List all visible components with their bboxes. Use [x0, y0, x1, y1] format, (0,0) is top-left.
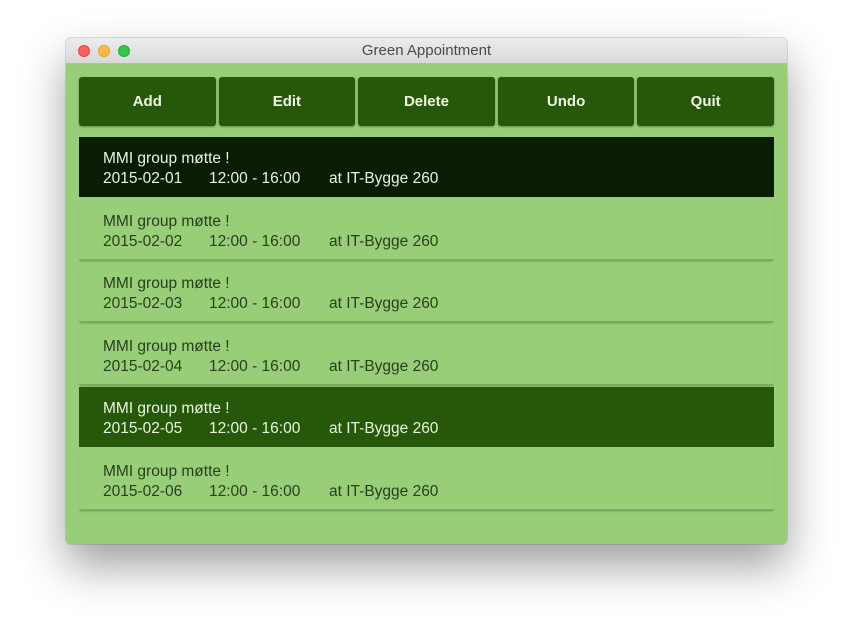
- appointment-time: 12:00 - 16:00: [209, 482, 301, 500]
- appointment-title: MMI group møtte !: [103, 150, 230, 167]
- appointment-row[interactable]: MMI group møtte ! 2015-02-06 12:00 - 16:0…: [79, 450, 774, 510]
- appointment-time: 12:00 - 16:00: [209, 232, 301, 250]
- appointment-row[interactable]: MMI group møtte ! 2015-02-01 12:00 - 16:0…: [79, 137, 774, 197]
- appointment-time: 12:00 - 16:00: [209, 420, 301, 437]
- appointment-time: 12:00 - 16:00: [209, 170, 301, 187]
- appointment-row[interactable]: MMI group møtte ! 2015-02-02 12:00 - 16:0…: [79, 200, 774, 260]
- appointment-location: at IT-Bygge 260: [329, 357, 439, 375]
- delete-button[interactable]: Delete: [358, 77, 495, 126]
- appointment-title: MMI group møtte !: [103, 337, 230, 355]
- zoom-window-button[interactable]: [118, 45, 130, 57]
- close-window-button[interactable]: [78, 45, 90, 57]
- appointment-location: at IT-Bygge 260: [329, 232, 439, 250]
- appointment-time: 12:00 - 16:00: [209, 295, 301, 312]
- title-bar[interactable]: Green Appointment: [66, 38, 787, 64]
- undo-button[interactable]: Undo: [497, 77, 635, 126]
- appointment-row[interactable]: MMI group møtte ! 2015-02-04 12:00 - 16:0…: [79, 325, 774, 385]
- window-title: Green Appointment: [361, 42, 492, 59]
- appointment-time: 12:00 - 16:00: [209, 357, 301, 375]
- appointment-location: at IT-Bygge 260: [329, 420, 439, 437]
- app-window: Green Appointment Add Edit Delete Undo Q…: [66, 38, 787, 544]
- appointment-location: at IT-Bygge 260: [329, 170, 439, 187]
- appointment-title: MMI group møtte !: [103, 400, 230, 417]
- appointment-list: MMI group møtte ! 2015-02-01 12:00 - 16:0…: [79, 137, 774, 512]
- appointment-title: MMI group møtte !: [103, 462, 230, 480]
- edit-button[interactable]: Edit: [218, 77, 356, 126]
- appointment-date: 2015-02-01: [103, 170, 183, 187]
- appointment-row[interactable]: MMI group møtte ! 2015-02-05 12:00 - 16:0…: [79, 387, 774, 447]
- minimize-window-button[interactable]: [98, 45, 110, 57]
- appointment-row[interactable]: MMI group møtte ! 2015-02-03 12:00 - 16:0…: [79, 262, 774, 322]
- appointment-title: MMI group møtte !: [103, 212, 230, 230]
- appointment-date: 2015-02-04: [103, 357, 183, 375]
- appointment-date: 2015-02-06: [103, 482, 183, 500]
- appointment-title: MMI group møtte !: [103, 275, 230, 292]
- appointment-date: 2015-02-02: [103, 232, 183, 250]
- appointment-date: 2015-02-03: [103, 295, 183, 312]
- toolbar: Add Edit Delete Undo Quit: [79, 77, 774, 127]
- add-button[interactable]: Add: [79, 77, 216, 126]
- appointment-location: at IT-Bygge 260: [329, 482, 439, 500]
- appointment-location: at IT-Bygge 260: [329, 295, 439, 312]
- appointment-date: 2015-02-05: [103, 420, 183, 437]
- quit-button[interactable]: Quit: [637, 77, 774, 126]
